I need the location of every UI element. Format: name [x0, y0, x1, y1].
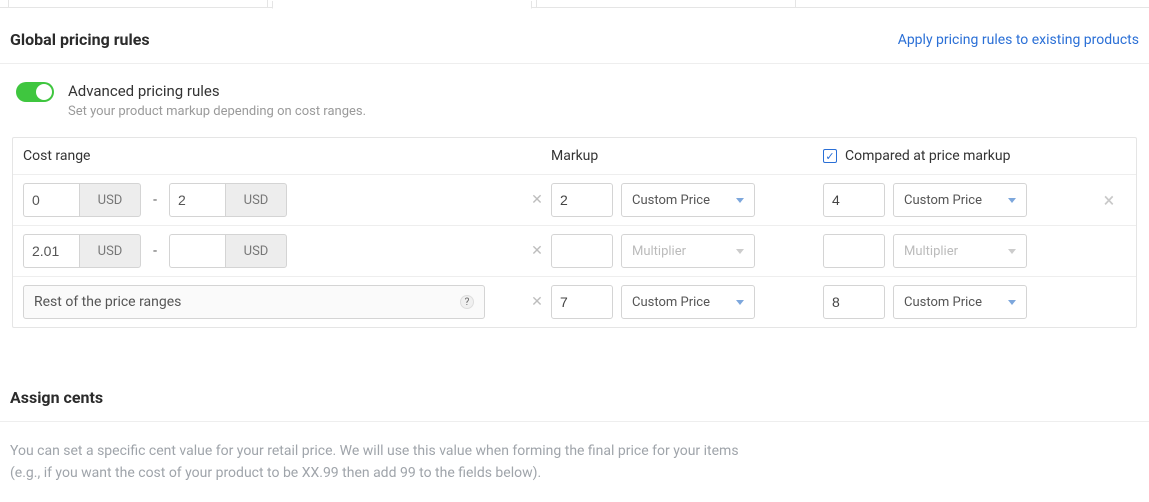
chevron-down-icon — [736, 300, 744, 305]
chevron-down-icon — [1008, 249, 1016, 254]
markup-value-input[interactable] — [551, 234, 613, 268]
markup-type-label: Custom Price — [632, 193, 710, 208]
pricing-rules-table: Cost range Markup ✓ Compared at price ma… — [12, 137, 1137, 328]
markup-type-select[interactable]: Multiplier — [621, 234, 755, 268]
compared-type-select[interactable]: Custom Price — [893, 183, 1027, 217]
compared-type-label: Custom Price — [904, 193, 982, 208]
advanced-toggle-subtitle: Set your product markup depending on cos… — [68, 104, 366, 119]
rest-ranges-box: Rest of the price ranges ? — [23, 285, 485, 319]
chevron-down-icon — [1008, 198, 1016, 203]
advanced-toggle[interactable] — [16, 82, 54, 102]
markup-type-select[interactable]: Custom Price — [621, 285, 755, 319]
cost-to-input[interactable] — [169, 234, 225, 268]
cost-from-input[interactable] — [23, 183, 79, 217]
markup-type-label: Custom Price — [632, 295, 710, 310]
markup-type-select[interactable]: Custom Price — [621, 183, 755, 217]
currency-label: USD — [225, 183, 287, 217]
compared-checkbox[interactable]: ✓ — [823, 149, 837, 163]
clear-range-icon[interactable]: ✕ — [523, 243, 551, 259]
compared-type-select[interactable]: Custom Price — [893, 285, 1027, 319]
compared-value-input[interactable] — [823, 234, 885, 268]
compared-value-input[interactable] — [823, 285, 885, 319]
assign-cents-section: Assign cents You can set a specific cent… — [0, 328, 1149, 485]
compared-value-input[interactable] — [823, 183, 885, 217]
chevron-down-icon — [1008, 300, 1016, 305]
header-markup: Markup — [551, 148, 823, 164]
header-compared: ✓ Compared at price markup — [823, 148, 1123, 164]
currency-label: USD — [79, 183, 141, 217]
assign-cents-line2: (e.g., if you want the cost of your prod… — [10, 462, 1139, 484]
assign-cents-title: Assign cents — [0, 388, 1149, 421]
header-cost-range: Cost range — [23, 148, 551, 164]
chevron-down-icon — [736, 198, 744, 203]
chevron-down-icon — [736, 249, 744, 254]
rest-price-ranges-row: Rest of the price ranges ? ✕ Custom Pric… — [13, 276, 1136, 327]
currency-label: USD — [225, 234, 287, 268]
assign-cents-description: You can set a specific cent value for yo… — [0, 422, 1149, 485]
global-pricing-title: Global pricing rules — [10, 30, 150, 49]
currency-label: USD — [79, 234, 141, 268]
delete-row-icon[interactable]: × — [1095, 188, 1123, 212]
compared-type-select[interactable]: Multiplier — [893, 234, 1027, 268]
check-icon: ✓ — [825, 151, 834, 162]
help-icon[interactable]: ? — [460, 295, 474, 309]
range-dash: - — [141, 243, 169, 259]
cost-from-input[interactable] — [23, 234, 79, 268]
range-dash: - — [141, 192, 169, 208]
assign-cents-line1: You can set a specific cent value for yo… — [10, 440, 1139, 462]
compared-type-label: Multiplier — [904, 244, 958, 259]
apply-rules-link[interactable]: Apply pricing rules to existing products — [898, 32, 1139, 48]
markup-value-input[interactable] — [551, 285, 613, 319]
compared-type-label: Custom Price — [904, 295, 982, 310]
top-tabs — [0, 0, 1149, 8]
clear-range-icon[interactable]: ✕ — [523, 192, 551, 208]
rule-row: USD - USD ✕ Custom Price — [13, 174, 1136, 225]
header-compared-label: Compared at price markup — [845, 148, 1010, 164]
clear-range-icon[interactable]: ✕ — [523, 294, 551, 310]
tab-1[interactable] — [8, 0, 268, 8]
rest-ranges-label: Rest of the price ranges — [34, 294, 181, 310]
tab-2-active[interactable] — [272, 1, 532, 9]
rule-row: USD - USD ✕ Multiplier — [13, 225, 1136, 276]
tab-3[interactable] — [536, 0, 796, 8]
toggle-knob — [36, 84, 52, 100]
global-pricing-header: Global pricing rules Apply pricing rules… — [0, 8, 1149, 63]
table-header-row: Cost range Markup ✓ Compared at price ma… — [13, 138, 1136, 174]
markup-value-input[interactable] — [551, 183, 613, 217]
markup-type-label: Multiplier — [632, 244, 686, 259]
advanced-toggle-label: Advanced pricing rules — [68, 82, 366, 100]
advanced-toggle-block: Advanced pricing rules Set your product … — [0, 64, 1149, 137]
cost-to-input[interactable] — [169, 183, 225, 217]
